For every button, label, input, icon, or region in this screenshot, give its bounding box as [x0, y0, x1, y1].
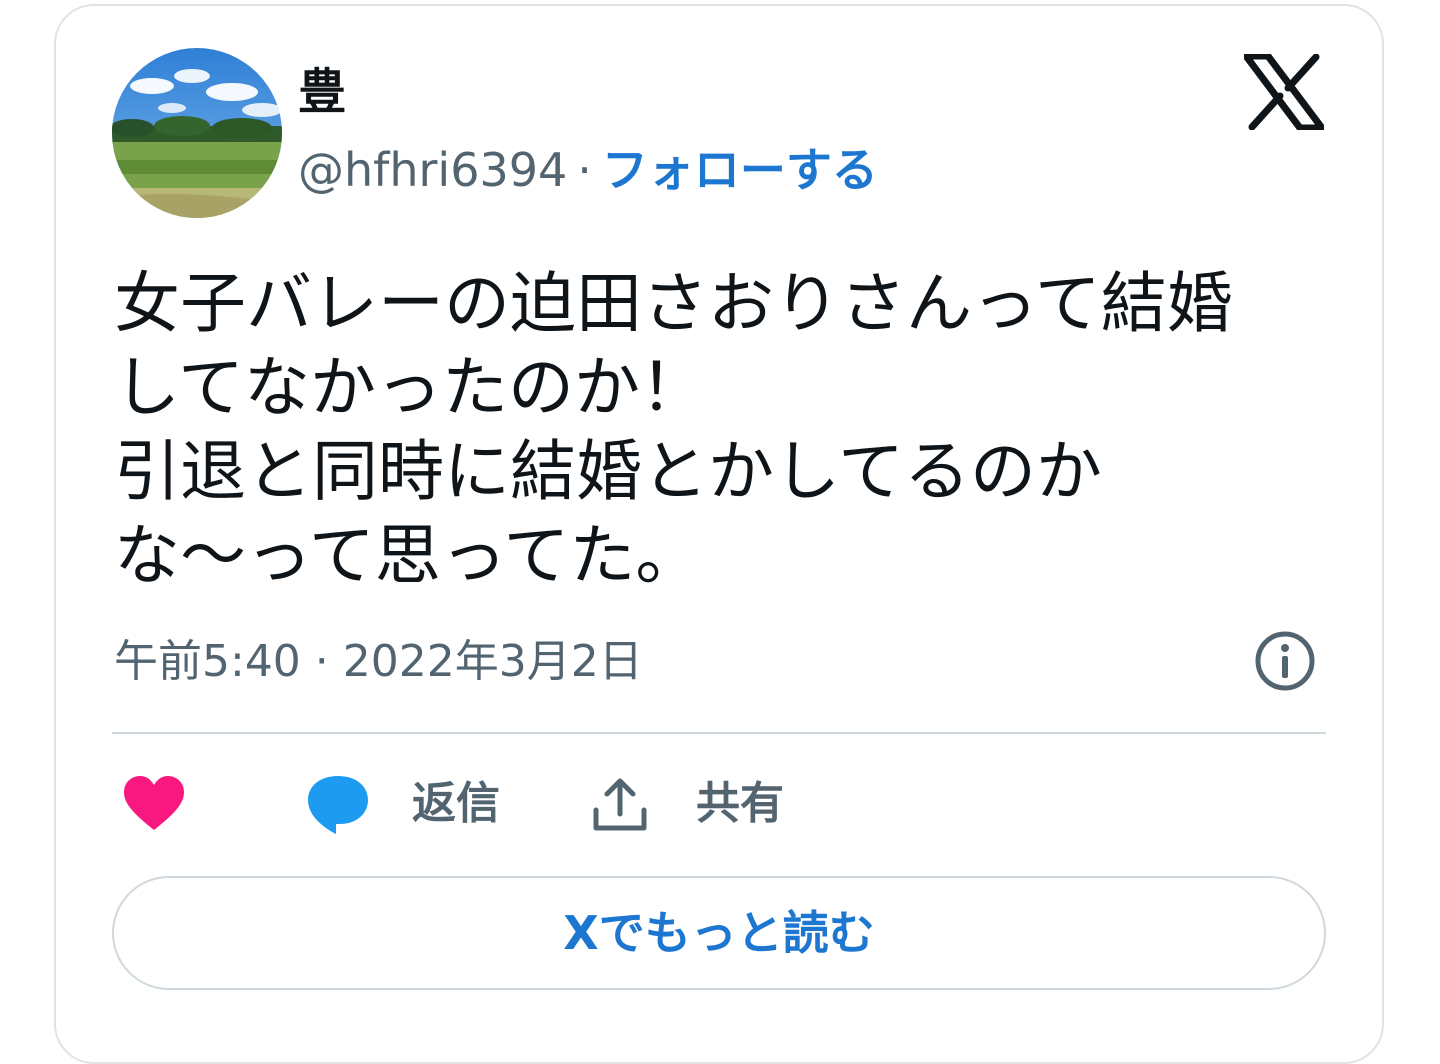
separator-dot: ·: [577, 143, 592, 197]
follow-link[interactable]: フォローする: [602, 143, 878, 197]
x-logo-icon[interactable]: [1244, 54, 1324, 130]
reply-button[interactable]: 返信: [306, 772, 500, 836]
speech-bubble-icon: [308, 776, 368, 834]
upload-arrow-icon: [593, 778, 647, 831]
reply-label: 返信: [412, 778, 500, 829]
like-button[interactable]: [122, 772, 186, 836]
tweet-timestamp[interactable]: 午前5:40 · 2022年3月2日: [114, 632, 643, 692]
share-label: 共有: [696, 778, 784, 829]
user-handle[interactable]: @hfhri6394: [298, 143, 567, 197]
info-icon[interactable]: [1254, 630, 1316, 692]
handle-row: @hfhri6394 · フォローする: [298, 140, 878, 200]
display-name[interactable]: 豊: [298, 62, 346, 122]
share-button[interactable]: 共有: [590, 772, 784, 836]
avatar[interactable]: [112, 48, 282, 218]
heart-icon: [124, 776, 184, 830]
read-more-button[interactable]: Xでもっと読む: [112, 876, 1326, 990]
avatar-landscape-image: [112, 48, 282, 218]
tweet-text: 女子バレーの迫田さおりさんって結婚 してなかったのか！ 引退と同時に結婚とかして…: [114, 265, 1233, 594]
read-more-label: Xでもっと読む: [563, 906, 875, 960]
divider: [112, 732, 1326, 734]
